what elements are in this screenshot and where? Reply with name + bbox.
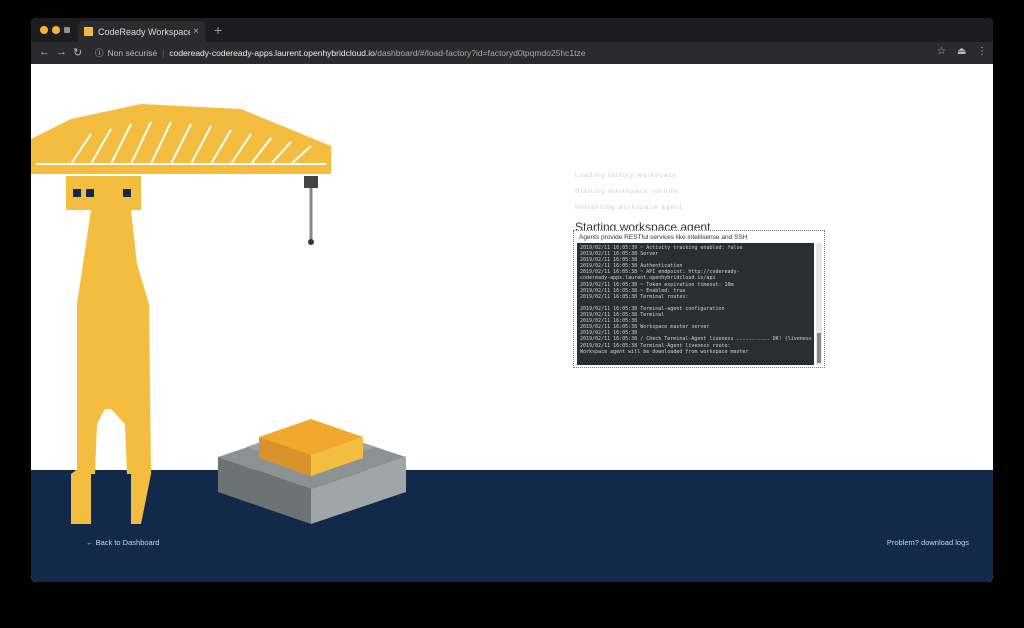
panel-title: Agents provide RESTful services like int… <box>579 234 748 241</box>
page-content: ← Back to Dashboard Problem? download lo… <box>31 64 993 582</box>
url-host: codeready-codeready-apps.laurent.openhyb… <box>169 48 375 58</box>
tab-close-icon[interactable]: × <box>190 26 202 37</box>
log-line: 2019/02/11 16:05:38 / Check Terminal-Age… <box>580 336 812 343</box>
download-logs-link[interactable]: Problem? download logs <box>887 538 969 547</box>
crane-trolley <box>304 176 318 188</box>
container-block <box>218 419 406 524</box>
title-bar: CodeReady Workspaces | Load × + <box>31 18 993 42</box>
back-to-dashboard-link[interactable]: ← Back to Dashboard <box>86 538 159 547</box>
crane-illustration <box>31 104 406 524</box>
star-bookmark-icon[interactable]: ☆ <box>937 46 946 57</box>
close-window-icon[interactable] <box>40 26 48 34</box>
security-label: Non sécurisé <box>107 48 158 58</box>
loader-steps: Loading factory workspace Starting works… <box>575 172 825 234</box>
minimize-window-icon[interactable] <box>52 26 60 34</box>
browser-toolbar: ← → ↻ ⓘ Non sécurisé | codeready-codeready-… <box>31 42 993 64</box>
log-line: Workspace agent will be downloaded from … <box>580 348 749 355</box>
tab-title: CodeReady Workspaces | Load <box>98 26 190 37</box>
browser-tab[interactable]: CodeReady Workspaces | Load × <box>78 21 206 42</box>
back-arrow-icon[interactable]: ← <box>39 46 50 58</box>
extension-icon[interactable]: ⏏ <box>957 46 966 57</box>
address-separator: | <box>162 48 165 58</box>
completed-step: Loading factory workspace <box>575 172 678 179</box>
menu-icon[interactable]: ⋮ <box>977 46 987 57</box>
forward-arrow-icon[interactable]: → <box>56 46 67 58</box>
browser-window: CodeReady Workspaces | Load × + ← → ↻ ⓘN… <box>31 18 993 582</box>
address-bar[interactable]: ⓘ Non sécurisé | codeready-codeready-apps.l… <box>95 45 925 61</box>
log-scrollbar[interactable] <box>816 243 822 365</box>
completed-step: Starting workspace runtime <box>575 188 680 195</box>
url-path: /dashboard/#/load-factory?id=factoryd0tp… <box>374 48 586 58</box>
reload-icon[interactable]: ↻ <box>73 46 82 59</box>
agent-log-panel: Agents provide RESTful services like int… <box>573 230 825 368</box>
completed-step: Initializing workspace agent <box>575 204 683 211</box>
maximize-window-icon[interactable] <box>64 27 70 33</box>
log-output[interactable]: 2019/02/11 16:05:39 ~ Activity tracking … <box>577 243 814 365</box>
new-tab-button[interactable]: + <box>214 22 222 38</box>
info-icon[interactable]: ⓘ <box>95 48 104 58</box>
codeready-favicon-icon <box>84 27 93 36</box>
scrollbar-thumb[interactable] <box>817 333 821 363</box>
crane-hook <box>308 239 314 245</box>
